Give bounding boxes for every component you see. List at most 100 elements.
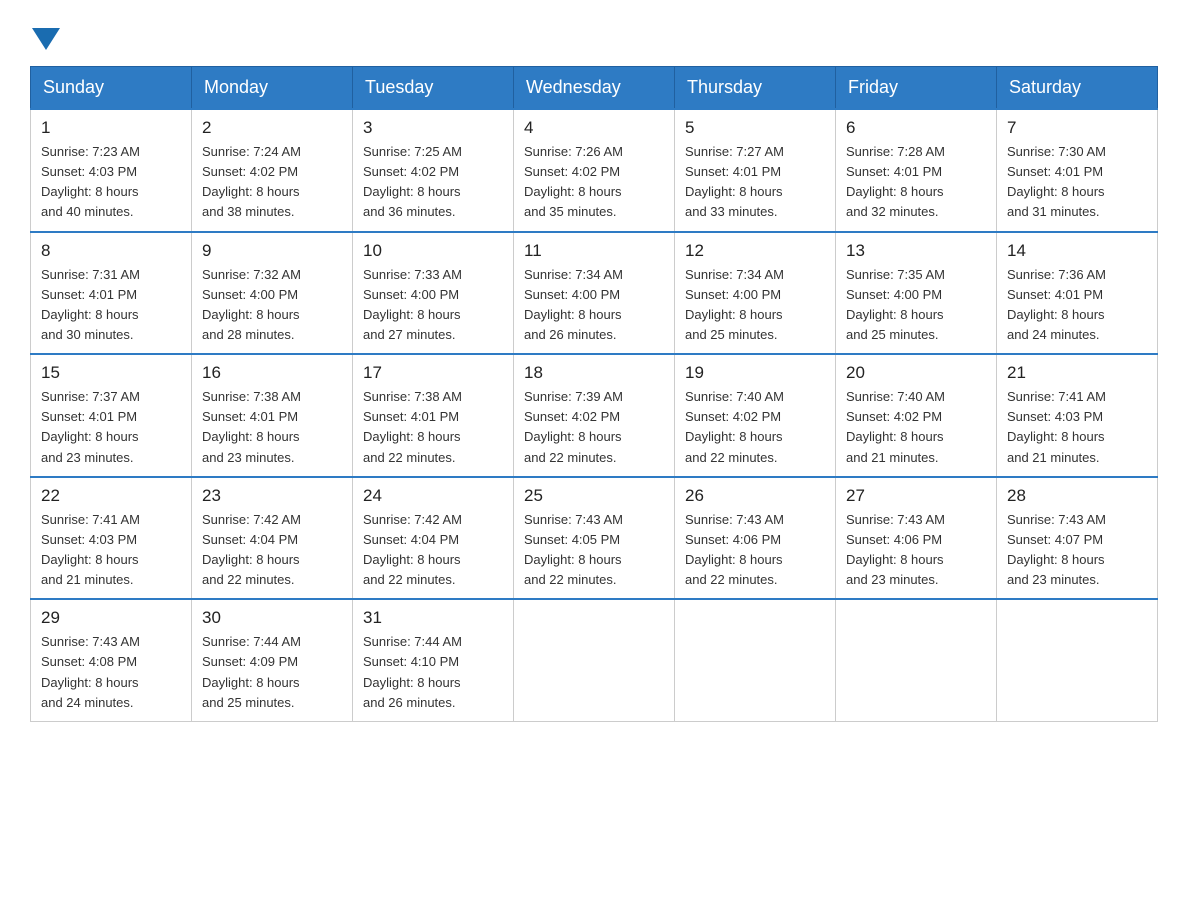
day-info: Sunrise: 7:33 AM Sunset: 4:00 PM Dayligh… [363, 265, 503, 346]
header-saturday: Saturday [997, 67, 1158, 110]
day-number: 19 [685, 363, 825, 383]
day-info: Sunrise: 7:38 AM Sunset: 4:01 PM Dayligh… [202, 387, 342, 468]
day-number: 13 [846, 241, 986, 261]
day-info: Sunrise: 7:34 AM Sunset: 4:00 PM Dayligh… [685, 265, 825, 346]
day-info: Sunrise: 7:43 AM Sunset: 4:06 PM Dayligh… [685, 510, 825, 591]
header-tuesday: Tuesday [353, 67, 514, 110]
day-number: 21 [1007, 363, 1147, 383]
calendar-week-row: 29 Sunrise: 7:43 AM Sunset: 4:08 PM Dayl… [31, 599, 1158, 721]
day-number: 1 [41, 118, 181, 138]
header-monday: Monday [192, 67, 353, 110]
day-number: 29 [41, 608, 181, 628]
day-number: 25 [524, 486, 664, 506]
calendar-week-row: 22 Sunrise: 7:41 AM Sunset: 4:03 PM Dayl… [31, 477, 1158, 600]
table-row [675, 599, 836, 721]
day-number: 8 [41, 241, 181, 261]
day-info: Sunrise: 7:42 AM Sunset: 4:04 PM Dayligh… [363, 510, 503, 591]
day-info: Sunrise: 7:34 AM Sunset: 4:00 PM Dayligh… [524, 265, 664, 346]
table-row: 7 Sunrise: 7:30 AM Sunset: 4:01 PM Dayli… [997, 109, 1158, 232]
table-row: 25 Sunrise: 7:43 AM Sunset: 4:05 PM Dayl… [514, 477, 675, 600]
day-number: 5 [685, 118, 825, 138]
page-header [30, 24, 1158, 48]
table-row: 29 Sunrise: 7:43 AM Sunset: 4:08 PM Dayl… [31, 599, 192, 721]
day-info: Sunrise: 7:24 AM Sunset: 4:02 PM Dayligh… [202, 142, 342, 223]
logo [30, 24, 60, 48]
day-info: Sunrise: 7:40 AM Sunset: 4:02 PM Dayligh… [846, 387, 986, 468]
day-info: Sunrise: 7:41 AM Sunset: 4:03 PM Dayligh… [41, 510, 181, 591]
table-row: 20 Sunrise: 7:40 AM Sunset: 4:02 PM Dayl… [836, 354, 997, 477]
table-row: 10 Sunrise: 7:33 AM Sunset: 4:00 PM Dayl… [353, 232, 514, 355]
day-number: 11 [524, 241, 664, 261]
day-number: 9 [202, 241, 342, 261]
table-row: 28 Sunrise: 7:43 AM Sunset: 4:07 PM Dayl… [997, 477, 1158, 600]
day-number: 24 [363, 486, 503, 506]
table-row: 26 Sunrise: 7:43 AM Sunset: 4:06 PM Dayl… [675, 477, 836, 600]
day-number: 30 [202, 608, 342, 628]
table-row: 23 Sunrise: 7:42 AM Sunset: 4:04 PM Dayl… [192, 477, 353, 600]
day-number: 10 [363, 241, 503, 261]
table-row: 1 Sunrise: 7:23 AM Sunset: 4:03 PM Dayli… [31, 109, 192, 232]
table-row: 31 Sunrise: 7:44 AM Sunset: 4:10 PM Dayl… [353, 599, 514, 721]
day-number: 16 [202, 363, 342, 383]
table-row: 11 Sunrise: 7:34 AM Sunset: 4:00 PM Dayl… [514, 232, 675, 355]
calendar-week-row: 8 Sunrise: 7:31 AM Sunset: 4:01 PM Dayli… [31, 232, 1158, 355]
table-row: 12 Sunrise: 7:34 AM Sunset: 4:00 PM Dayl… [675, 232, 836, 355]
day-number: 12 [685, 241, 825, 261]
table-row: 2 Sunrise: 7:24 AM Sunset: 4:02 PM Dayli… [192, 109, 353, 232]
day-info: Sunrise: 7:37 AM Sunset: 4:01 PM Dayligh… [41, 387, 181, 468]
calendar-table: Sunday Monday Tuesday Wednesday Thursday… [30, 66, 1158, 722]
day-number: 7 [1007, 118, 1147, 138]
table-row: 14 Sunrise: 7:36 AM Sunset: 4:01 PM Dayl… [997, 232, 1158, 355]
table-row: 3 Sunrise: 7:25 AM Sunset: 4:02 PM Dayli… [353, 109, 514, 232]
table-row [514, 599, 675, 721]
table-row: 22 Sunrise: 7:41 AM Sunset: 4:03 PM Dayl… [31, 477, 192, 600]
table-row: 19 Sunrise: 7:40 AM Sunset: 4:02 PM Dayl… [675, 354, 836, 477]
day-info: Sunrise: 7:35 AM Sunset: 4:00 PM Dayligh… [846, 265, 986, 346]
table-row: 8 Sunrise: 7:31 AM Sunset: 4:01 PM Dayli… [31, 232, 192, 355]
day-number: 4 [524, 118, 664, 138]
day-info: Sunrise: 7:40 AM Sunset: 4:02 PM Dayligh… [685, 387, 825, 468]
header-friday: Friday [836, 67, 997, 110]
day-number: 3 [363, 118, 503, 138]
table-row [997, 599, 1158, 721]
day-number: 6 [846, 118, 986, 138]
table-row: 5 Sunrise: 7:27 AM Sunset: 4:01 PM Dayli… [675, 109, 836, 232]
day-number: 28 [1007, 486, 1147, 506]
table-row: 24 Sunrise: 7:42 AM Sunset: 4:04 PM Dayl… [353, 477, 514, 600]
day-info: Sunrise: 7:41 AM Sunset: 4:03 PM Dayligh… [1007, 387, 1147, 468]
day-info: Sunrise: 7:23 AM Sunset: 4:03 PM Dayligh… [41, 142, 181, 223]
day-info: Sunrise: 7:31 AM Sunset: 4:01 PM Dayligh… [41, 265, 181, 346]
day-info: Sunrise: 7:30 AM Sunset: 4:01 PM Dayligh… [1007, 142, 1147, 223]
table-row: 16 Sunrise: 7:38 AM Sunset: 4:01 PM Dayl… [192, 354, 353, 477]
table-row: 18 Sunrise: 7:39 AM Sunset: 4:02 PM Dayl… [514, 354, 675, 477]
day-info: Sunrise: 7:44 AM Sunset: 4:09 PM Dayligh… [202, 632, 342, 713]
day-number: 18 [524, 363, 664, 383]
table-row: 17 Sunrise: 7:38 AM Sunset: 4:01 PM Dayl… [353, 354, 514, 477]
calendar-week-row: 1 Sunrise: 7:23 AM Sunset: 4:03 PM Dayli… [31, 109, 1158, 232]
day-info: Sunrise: 7:43 AM Sunset: 4:06 PM Dayligh… [846, 510, 986, 591]
day-info: Sunrise: 7:44 AM Sunset: 4:10 PM Dayligh… [363, 632, 503, 713]
day-info: Sunrise: 7:43 AM Sunset: 4:08 PM Dayligh… [41, 632, 181, 713]
day-info: Sunrise: 7:43 AM Sunset: 4:05 PM Dayligh… [524, 510, 664, 591]
table-row: 21 Sunrise: 7:41 AM Sunset: 4:03 PM Dayl… [997, 354, 1158, 477]
day-info: Sunrise: 7:39 AM Sunset: 4:02 PM Dayligh… [524, 387, 664, 468]
table-row [836, 599, 997, 721]
day-number: 20 [846, 363, 986, 383]
day-info: Sunrise: 7:25 AM Sunset: 4:02 PM Dayligh… [363, 142, 503, 223]
day-info: Sunrise: 7:28 AM Sunset: 4:01 PM Dayligh… [846, 142, 986, 223]
day-info: Sunrise: 7:32 AM Sunset: 4:00 PM Dayligh… [202, 265, 342, 346]
table-row: 15 Sunrise: 7:37 AM Sunset: 4:01 PM Dayl… [31, 354, 192, 477]
logo-arrow-icon [32, 28, 60, 50]
day-number: 2 [202, 118, 342, 138]
table-row: 4 Sunrise: 7:26 AM Sunset: 4:02 PM Dayli… [514, 109, 675, 232]
table-row: 6 Sunrise: 7:28 AM Sunset: 4:01 PM Dayli… [836, 109, 997, 232]
header-wednesday: Wednesday [514, 67, 675, 110]
weekday-header-row: Sunday Monday Tuesday Wednesday Thursday… [31, 67, 1158, 110]
table-row: 30 Sunrise: 7:44 AM Sunset: 4:09 PM Dayl… [192, 599, 353, 721]
day-number: 23 [202, 486, 342, 506]
day-info: Sunrise: 7:43 AM Sunset: 4:07 PM Dayligh… [1007, 510, 1147, 591]
day-info: Sunrise: 7:38 AM Sunset: 4:01 PM Dayligh… [363, 387, 503, 468]
calendar-week-row: 15 Sunrise: 7:37 AM Sunset: 4:01 PM Dayl… [31, 354, 1158, 477]
day-number: 26 [685, 486, 825, 506]
day-number: 31 [363, 608, 503, 628]
